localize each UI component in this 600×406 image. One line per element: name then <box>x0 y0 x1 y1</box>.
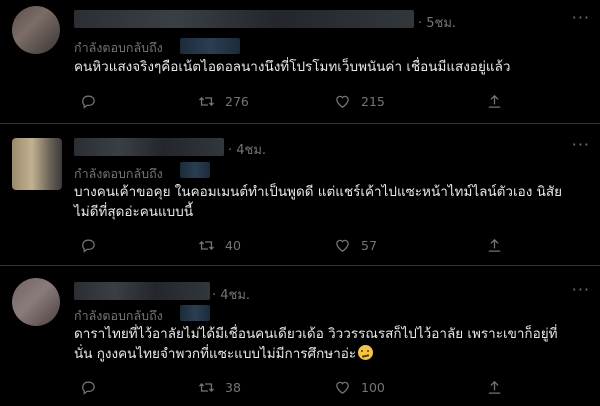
reply-target-redacted[interactable] <box>180 38 240 54</box>
like-button[interactable]: 215 <box>334 93 385 110</box>
tweet-text-line-1: ดาราไทยที่ไว้อาลัยไม่ได้มีเชื่อนคนเดียวเ… <box>74 326 558 342</box>
tweet-3[interactable]: · 4ชม. ··· กำลังตอบกลับถึง ดาราไทยที่ไว้… <box>0 266 600 406</box>
heart-icon <box>336 239 349 252</box>
retweet-icon <box>198 241 215 250</box>
disappointed-face-emoji <box>358 345 374 360</box>
tweet-actions: 276 215 <box>74 93 586 111</box>
share-icon <box>488 238 501 252</box>
retweet-icon <box>198 97 215 106</box>
reply-button[interactable] <box>80 237 97 254</box>
avatar[interactable] <box>12 6 60 54</box>
more-icon[interactable]: ··· <box>572 8 590 27</box>
retweet-count: 276 <box>225 94 249 109</box>
reply-button[interactable] <box>80 93 97 110</box>
tweet-text-line-1: คนหิวแสงจริงๆคือเน้ตไอดอลนางนึงที่โปรโมท… <box>74 59 511 75</box>
reply-icon <box>82 95 95 109</box>
author-name-redacted[interactable] <box>74 282 210 300</box>
tweet-text: ดาราไทยที่ไว้อาลัยไม่ได้มีเชื่อนคนเดียวเ… <box>74 324 586 364</box>
tweet-text-line-2-wrapper: นั่น กูงงคนไทยจำพวกที่แซะแบบไม่มีการศึกษ… <box>74 344 586 364</box>
replying-to-label: กำลังตอบกลับถึง <box>74 166 163 181</box>
retweet-icon <box>198 383 215 392</box>
more-icon[interactable]: ··· <box>572 280 590 299</box>
heart-icon <box>336 95 349 108</box>
reply-button[interactable] <box>80 379 97 396</box>
replying-to-label: กำลังตอบกลับถึง <box>74 308 163 323</box>
share-icon <box>488 380 501 394</box>
reply-icon <box>82 381 95 395</box>
retweet-count: 40 <box>225 238 241 253</box>
like-button[interactable]: 100 <box>334 379 385 396</box>
tweet-text: คนหิวแสงจริงๆคือเน้ตไอดอลนางนึงที่โปรโมท… <box>74 57 586 77</box>
tweet-actions: 40 57 <box>74 237 586 255</box>
reply-icon <box>82 239 95 253</box>
reply-target-redacted[interactable] <box>180 162 210 178</box>
tweet-text-line-2: นั่น กูงงคนไทยจำพวกที่แซะแบบไม่มีการศึกษ… <box>74 346 357 362</box>
avatar[interactable] <box>12 278 60 326</box>
tweet-text-line-2: ไม่ดีที่สุดอ่ะคนแบบนี้ <box>74 204 194 220</box>
retweet-button[interactable]: 38 <box>198 379 241 396</box>
share-icon <box>488 94 501 108</box>
retweet-button[interactable]: 276 <box>198 93 249 110</box>
like-count: 57 <box>361 238 377 253</box>
retweet-count: 38 <box>225 380 241 395</box>
reply-feed: · 5ชม. ··· กำลังตอบกลับถึง คนหิวแสงจริงๆ… <box>0 0 600 406</box>
tweet-2[interactable]: · 4ชม. ··· กำลังตอบกลับถึง บางคนเค้าขอคุ… <box>0 124 600 266</box>
tweet-1[interactable]: · 5ชม. ··· กำลังตอบกลับถึง คนหิวแสงจริงๆ… <box>0 0 600 124</box>
tweet-time[interactable]: · 5ชม. <box>418 12 456 33</box>
tweet-time[interactable]: · 4ชม. <box>212 284 250 305</box>
author-name-redacted[interactable] <box>74 10 414 28</box>
avatar[interactable] <box>12 138 62 190</box>
share-button[interactable] <box>486 93 503 110</box>
more-icon[interactable]: ··· <box>572 135 590 154</box>
share-button[interactable] <box>486 379 503 396</box>
tweet-text: บางคนเค้าขอคุย ในคอมเมนต์ทำเป็นพูดดี แต่… <box>74 182 586 222</box>
like-count: 215 <box>361 94 385 109</box>
like-count: 100 <box>361 380 385 395</box>
share-button[interactable] <box>486 237 503 254</box>
like-button[interactable]: 57 <box>334 237 377 254</box>
tweet-text-line-1: บางคนเค้าขอคุย ในคอมเมนต์ทำเป็นพูดดี แต่… <box>74 184 562 200</box>
retweet-button[interactable]: 40 <box>198 237 241 254</box>
author-name-redacted[interactable] <box>74 138 224 156</box>
tweet-actions: 38 100 <box>74 379 586 397</box>
reply-target-redacted[interactable] <box>180 305 210 321</box>
heart-icon <box>336 381 349 394</box>
replying-to-label: กำลังตอบกลับถึง <box>74 40 163 55</box>
tweet-time[interactable]: · 4ชม. <box>228 139 266 160</box>
